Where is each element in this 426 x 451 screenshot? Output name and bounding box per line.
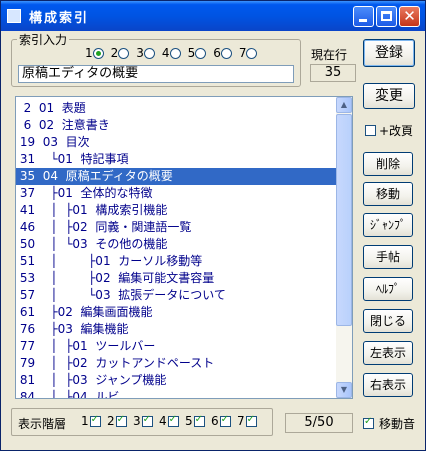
radio-circle-icon <box>92 47 104 59</box>
index-text-input[interactable]: 原稿エディタの概要 <box>18 65 294 83</box>
radio-label: 7 <box>238 46 247 60</box>
move-sound-checkbox[interactable] <box>363 416 374 429</box>
close-window-button[interactable]: ✕ <box>399 6 420 27</box>
display-level-number: 7 <box>237 414 245 428</box>
level-radio-3[interactable]: 3 <box>136 46 157 60</box>
level-radio-1[interactable]: 1 <box>85 46 106 60</box>
level-radio-7[interactable]: 7 <box>239 46 260 60</box>
display-level-5[interactable]: 5 <box>185 414 205 428</box>
list-item[interactable]: 79 │ ├02 カットアンドペースト <box>16 355 336 372</box>
checkbox-icon <box>89 414 101 427</box>
display-level-1[interactable]: 1 <box>81 414 101 428</box>
index-input-label: 索引入力 <box>17 31 70 48</box>
list-item[interactable]: 6 02 注意書き <box>16 117 336 134</box>
add-break-label: +改頁 <box>379 124 414 138</box>
close-button[interactable]: 閉じる <box>363 309 413 333</box>
current-line-value: 35 <box>310 64 356 82</box>
list-item[interactable]: 61 ├02 編集画面機能 <box>16 304 336 321</box>
radio-circle-icon <box>143 47 155 59</box>
minimize-button[interactable] <box>353 6 374 27</box>
level-radio-2[interactable]: 2 <box>111 46 132 60</box>
paste-button[interactable]: 手帖 <box>363 245 413 269</box>
level-radio-group: 1 2 3 4 5 6 7 <box>85 46 264 60</box>
move-button[interactable]: 移動 <box>363 182 413 206</box>
display-level-2[interactable]: 2 <box>107 414 127 428</box>
checkbox-icon <box>167 414 179 427</box>
radio-circle-icon <box>118 47 130 59</box>
list-item[interactable]: 19 03 目次 <box>16 134 336 151</box>
display-level-number: 3 <box>133 414 141 428</box>
level-radio-6[interactable]: 6 <box>213 46 234 60</box>
window-title: 構成索引 <box>29 11 90 26</box>
close-icon: ✕ <box>403 7 416 25</box>
radio-circle-icon <box>246 47 258 59</box>
checkbox-icon <box>193 414 205 427</box>
checkbox-icon <box>219 414 231 427</box>
right-view-button[interactable]: 右表示 <box>363 373 413 397</box>
display-level-4[interactable]: 4 <box>159 414 179 428</box>
radio-circle-icon <box>169 47 181 59</box>
radio-circle-icon <box>195 47 207 59</box>
vertical-scrollbar[interactable]: ▲ ▼ <box>336 97 352 398</box>
checkbox-icon <box>245 414 257 427</box>
list-item[interactable]: 35 04 原稿エディタの概要 <box>16 168 336 185</box>
display-level-label: 表示階層 <box>18 417 67 431</box>
display-level-number: 2 <box>107 414 115 428</box>
list-item[interactable]: 2 01 表題 <box>16 100 336 117</box>
display-level-number: 5 <box>185 414 193 428</box>
display-level-7[interactable]: 7 <box>237 414 257 428</box>
app-icon <box>7 9 21 23</box>
display-level-number: 6 <box>211 414 219 428</box>
delete-button[interactable]: 削除 <box>363 152 413 176</box>
radio-label: 6 <box>213 46 221 60</box>
minimize-icon <box>359 19 367 22</box>
outline-list[interactable]: 2 01 表題 6 02 注意書き 19 03 目次 31 └01 特記事項 3… <box>15 96 353 399</box>
scroll-up-button[interactable]: ▲ <box>336 97 352 113</box>
list-item[interactable]: 50 │ └03 その他の機能 <box>16 236 336 253</box>
level-radio-5[interactable]: 5 <box>188 46 209 60</box>
display-level-3[interactable]: 3 <box>133 414 153 428</box>
display-level-number: 4 <box>159 414 167 428</box>
maximize-icon <box>381 11 392 21</box>
list-item[interactable]: 46 │ ├02 同義・関連語一覧 <box>16 219 336 236</box>
current-line-label: 現在行 <box>311 48 348 62</box>
list-item[interactable]: 76 ├03 編集機能 <box>16 321 336 338</box>
display-level-number: 1 <box>81 414 89 428</box>
scroll-down-button[interactable]: ▼ <box>336 382 352 398</box>
display-level-6[interactable]: 6 <box>211 414 231 428</box>
help-button[interactable]: ﾍﾙﾌﾟ <box>363 277 413 301</box>
radio-label: 5 <box>187 46 196 60</box>
radio-label: 4 <box>161 46 170 60</box>
list-item[interactable]: 77 │ ├01 ツールバー <box>16 338 336 355</box>
list-item[interactable]: 57 │ └03 拡張データについて <box>16 287 336 304</box>
list-item[interactable]: 31 └01 特記事項 <box>16 151 336 168</box>
radio-label: 2 <box>110 46 119 60</box>
checkbox-icon <box>115 414 127 427</box>
checkbox-icon <box>141 414 153 427</box>
change-button[interactable]: 変更 <box>363 83 415 109</box>
radio-label: 1 <box>85 46 93 60</box>
register-button[interactable]: 登録 <box>363 39 415 67</box>
maximize-button[interactable] <box>376 6 397 27</box>
list-item[interactable]: 84 │ ├04 ルビ <box>16 389 336 398</box>
move-sound-label: 移動音 <box>379 417 416 431</box>
scroll-thumb[interactable] <box>336 114 352 326</box>
title-bar[interactable]: 構成索引 ✕ <box>1 1 425 31</box>
left-view-button[interactable]: 左表示 <box>363 341 413 365</box>
list-item[interactable]: 51 │ ├01 カーソル移動等 <box>16 253 336 270</box>
list-item[interactable]: 81 │ ├03 ジャンプ機能 <box>16 372 336 389</box>
list-item[interactable]: 41 │ ├01 構成索引機能 <box>16 202 336 219</box>
radio-circle-icon <box>220 47 232 59</box>
add-break-checkbox[interactable] <box>365 125 376 136</box>
jump-button[interactable]: ｼﾞｬﾝﾌﾟ <box>363 213 413 237</box>
list-item[interactable]: 37 ├01 全体的な特徴 <box>16 185 336 202</box>
position-counter: 5/50 <box>285 413 353 433</box>
level-radio-4[interactable]: 4 <box>162 46 183 60</box>
list-item[interactable]: 53 │ ├02 編集可能文書容量 <box>16 270 336 287</box>
radio-label: 3 <box>136 46 144 60</box>
main-window: 構成索引 ✕ 索引入力 1234567 原稿エディタの概要 現在行 35 登録 … <box>0 0 426 451</box>
